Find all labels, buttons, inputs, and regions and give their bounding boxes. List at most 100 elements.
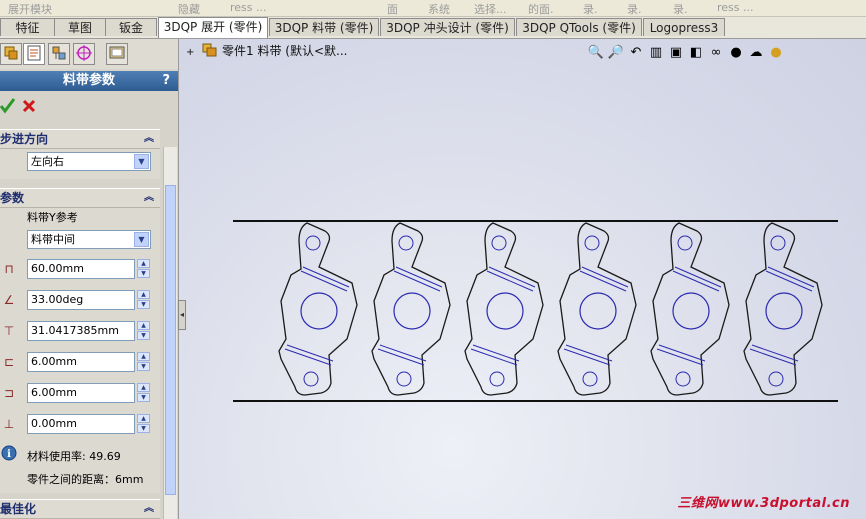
toolbar-item[interactable]: 展开模块 [8, 1, 52, 17]
toolbar-item[interactable]: 面 [387, 1, 398, 17]
hide-show-icon[interactable]: ∞ [706, 45, 726, 60]
svg-text:i: i [7, 449, 11, 460]
part-outline [371, 222, 451, 396]
render-icon[interactable]: ● [766, 45, 786, 60]
toolbar-item[interactable]: 隐藏 [178, 1, 200, 17]
spin-up-icon[interactable]: ▲ [137, 259, 150, 268]
pitch-input[interactable]: 60.00mm [27, 259, 135, 279]
spin-down-icon[interactable]: ▼ [137, 362, 150, 371]
strip-width-spinner[interactable]: ▲ ▼ [137, 321, 150, 341]
margin-bottom-spinner[interactable]: ▲ ▼ [137, 383, 150, 403]
strip-width-input[interactable]: 31.0417385mm [27, 321, 135, 341]
tab-3dqp-unfold[interactable]: 3DQP 展开 (零件) [158, 17, 268, 38]
margin-bottom-input[interactable]: 6.00mm [27, 383, 135, 403]
spin-up-icon[interactable]: ▲ [137, 290, 150, 299]
section-view-icon[interactable]: ▥ [646, 45, 666, 60]
tab-sheetmetal[interactable]: 钣金 [105, 18, 157, 36]
display-style-icon[interactable]: ◧ [686, 45, 706, 60]
help-button[interactable]: ? [162, 71, 170, 91]
toolbar-item[interactable]: 录. [583, 1, 598, 17]
margin-top-input[interactable]: 6.00mm [27, 352, 135, 372]
feature-tree-flyout[interactable]: + 零件1 料带 (默认<默... [186, 42, 348, 60]
zoom-area-icon[interactable]: 🔎 [606, 45, 626, 60]
spin-up-icon[interactable]: ▲ [137, 321, 150, 330]
display-manager-tab[interactable] [106, 43, 128, 65]
cancel-button[interactable] [21, 98, 37, 114]
width-icon: ⊤ [3, 324, 15, 338]
angle-spinner[interactable]: ▲ ▼ [137, 290, 150, 310]
panel-splitter-handle[interactable]: ◂ [178, 300, 186, 330]
feature-manager-tab[interactable] [0, 43, 22, 65]
property-manager-tab[interactable] [23, 43, 45, 65]
spin-up-icon[interactable]: ▲ [137, 383, 150, 392]
bend-line [286, 344, 334, 362]
toolbar-item[interactable]: ress ... [717, 1, 754, 14]
small-hole [677, 235, 693, 251]
info-icon: i [1, 445, 17, 461]
offset-spinner[interactable]: ▲ ▼ [137, 414, 150, 434]
graphics-area[interactable] [179, 39, 866, 519]
optimize-section: 最佳化 ︽ [0, 499, 160, 519]
collapse-chevron-icon[interactable]: ︽ [144, 500, 154, 518]
margin-top-spinner[interactable]: ▲ ▼ [137, 352, 150, 372]
zoom-to-fit-icon[interactable]: 🔍 [586, 45, 606, 60]
appearance-icon[interactable]: ● [726, 45, 746, 60]
toolbar-item[interactable]: ress ... [230, 1, 267, 14]
toolbar-item[interactable]: 录. [673, 1, 688, 17]
angle-input[interactable]: 33.00deg [27, 290, 135, 310]
spin-up-icon[interactable]: ▲ [137, 414, 150, 423]
collapse-chevron-icon[interactable]: ︽ [144, 130, 154, 148]
center-hole [579, 292, 617, 330]
strip-part [557, 222, 637, 396]
bend-line [377, 348, 425, 366]
section-header[interactable]: 步进方向 ︽ [0, 129, 160, 149]
direction-section: 步进方向 ︽ 左向右 ▼ [0, 129, 160, 179]
toolbar-item[interactable]: 选择... [474, 1, 507, 17]
scene-icon[interactable]: ☁ [746, 45, 766, 60]
bend-line [563, 348, 611, 366]
spin-down-icon[interactable]: ▼ [137, 424, 150, 433]
center-hole [393, 292, 431, 330]
tab-sketch[interactable]: 草图 [54, 18, 106, 36]
part-distance-label: 零件之间的距离：6mm [27, 473, 144, 486]
bend-line [472, 344, 520, 362]
previous-view-icon[interactable]: ↶ [626, 45, 646, 60]
spin-down-icon[interactable]: ▼ [137, 269, 150, 278]
dimxpert-tab[interactable] [73, 43, 95, 65]
display-icon [109, 46, 125, 59]
spin-up-icon[interactable]: ▲ [137, 352, 150, 361]
collapse-chevron-icon[interactable]: ︽ [144, 189, 154, 207]
pitch-spinner[interactable]: ▲ ▼ [137, 259, 150, 279]
spin-down-icon[interactable]: ▼ [137, 393, 150, 402]
bend-line [284, 348, 332, 366]
spin-down-icon[interactable]: ▼ [137, 331, 150, 340]
panel-scrollbar[interactable] [163, 147, 177, 519]
offset-input[interactable]: 0.00mm [27, 414, 135, 434]
section-header[interactable]: 最佳化 ︽ [0, 499, 160, 519]
small-hole [305, 235, 321, 251]
view-orientation-icon[interactable]: ▣ [666, 45, 686, 60]
tab-3dqp-qtools[interactable]: 3DQP QTools (零件) [516, 18, 642, 36]
y-reference-select[interactable]: 料带中间 ▼ [27, 230, 151, 249]
tab-3dqp-strip[interactable]: 3DQP 料带 (零件) [269, 18, 379, 36]
center-hole [486, 292, 524, 330]
scroll-thumb[interactable] [165, 185, 176, 495]
tab-3dqp-punch[interactable]: 3DQP 冲头设计 (零件) [380, 18, 515, 36]
direction-select[interactable]: 左向右 ▼ [27, 152, 151, 171]
section-header[interactable]: 参数 ︽ [0, 188, 160, 208]
ok-button[interactable] [0, 97, 16, 115]
toolbar-item[interactable]: 系统 [428, 1, 450, 17]
bend-line [486, 270, 534, 292]
tree-expander[interactable]: + [186, 47, 194, 58]
tab-features[interactable]: 特征 [0, 18, 55, 36]
configuration-icon [52, 46, 66, 60]
toolbar-item[interactable]: 的面. [528, 1, 554, 17]
part-outline [464, 222, 544, 396]
part-outline [743, 222, 823, 396]
toolbar-item[interactable]: 录. [627, 1, 642, 17]
chevron-down-icon[interactable]: ▼ [134, 154, 149, 169]
chevron-down-icon[interactable]: ▼ [134, 232, 149, 247]
configuration-manager-tab[interactable] [48, 43, 70, 65]
spin-down-icon[interactable]: ▼ [137, 300, 150, 309]
tab-logopress[interactable]: Logopress3 [643, 18, 725, 36]
